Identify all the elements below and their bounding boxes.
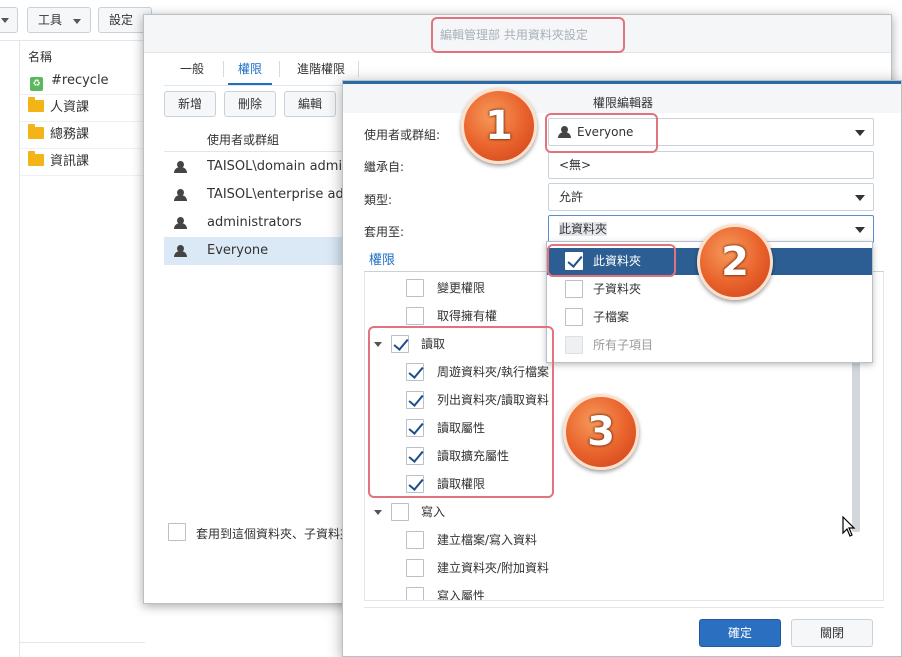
tab-general[interactable]: 一般 [169, 53, 215, 85]
tab-separator [223, 61, 224, 77]
list-item[interactable]: 資訊課 [20, 149, 145, 176]
permission-checkbox[interactable] [406, 587, 424, 600]
option-checkbox[interactable] [565, 280, 583, 298]
list-item[interactable]: ♻ #recycle [20, 68, 145, 95]
apply-to-subfolders-checkbox[interactable] [168, 523, 186, 541]
folder-icon [28, 97, 44, 112]
close-button[interactable]: 關閉 [791, 619, 873, 647]
chevron-down-icon [73, 19, 81, 24]
option-checkbox[interactable] [565, 308, 583, 326]
settings-label: 設定 [109, 13, 134, 27]
title-highlight [431, 17, 625, 53]
user-icon [174, 217, 188, 229]
permission-checkbox[interactable] [406, 531, 424, 549]
type-value: 允許 [559, 190, 584, 204]
tab-separator [279, 61, 280, 77]
ok-button[interactable]: 確定 [699, 619, 781, 647]
user-or-group-label: 使用者或群組: [364, 128, 441, 142]
dialog-title: 權限編輯器 [592, 96, 653, 110]
footer-divider [364, 607, 884, 608]
chevron-down-icon [855, 195, 865, 201]
chevron-down-icon [1, 18, 9, 23]
permission-checkbox[interactable] [406, 279, 424, 297]
tab-separator [358, 61, 359, 77]
annotation-badge: 2 [697, 224, 773, 300]
inherited-from-value: <無> [559, 158, 592, 172]
apply-to-subfolders-label: 套用到這個資料夾、子資料夾 [196, 527, 344, 541]
option-checkbox [565, 336, 583, 354]
divider [0, 40, 143, 41]
annotation-badge: 1 [461, 88, 537, 164]
toolbar-dropdown-button[interactable] [0, 7, 18, 33]
tab-permissions[interactable]: 權限 [228, 53, 272, 85]
type-select[interactable]: 允許 [548, 183, 874, 211]
annotation-badge: 3 [563, 394, 639, 470]
write-group-label: 寫入 [421, 505, 446, 519]
chevron-down-icon [855, 227, 865, 233]
row-label: Everyone [207, 243, 269, 258]
edit-button[interactable]: 編輯 [284, 91, 336, 117]
permissions-section-title: 權限 [369, 253, 396, 268]
apply-to-value: 此資料夾 [559, 222, 608, 236]
permission-label: 寫入屬性 [437, 589, 486, 601]
permission-checkbox[interactable] [406, 559, 424, 577]
permission-checkbox[interactable] [406, 307, 424, 325]
expand-arrow-icon[interactable] [374, 510, 382, 515]
permission-label: 建立資料夾/附加資料 [437, 561, 550, 575]
write-group-checkbox[interactable] [391, 503, 409, 521]
inherited-from-field: <無> [548, 151, 874, 179]
add-button[interactable]: 新增 [164, 91, 216, 117]
item-label: 人資課 [50, 100, 90, 115]
header-divider [164, 151, 354, 152]
item-label: 總務課 [50, 127, 90, 142]
user-field-highlight [545, 113, 658, 153]
row-label: TAISOL\domain admins [207, 159, 358, 174]
mouse-cursor-icon [842, 516, 856, 537]
read-group-highlight [368, 326, 554, 498]
user-icon [174, 189, 188, 201]
row-label: administrators [207, 215, 302, 230]
folder-icon [28, 151, 44, 166]
dialog-title-bar: 權限編輯器 [343, 81, 901, 113]
tools-button[interactable]: 工具 [27, 7, 91, 33]
recycle-icon: ♻ [30, 77, 43, 91]
dropdown-option[interactable]: 子檔案 [547, 304, 872, 331]
user-icon [174, 161, 188, 173]
dropdown-option: 所有子項目 [547, 332, 872, 359]
name-column-header: 名稱 [28, 50, 53, 64]
item-label: #recycle [51, 73, 109, 88]
permission-label: 建立檔案/寫入資料 [437, 533, 538, 547]
folder-icon [28, 124, 44, 139]
permission-label: 變更權限 [437, 281, 486, 295]
apply-to-label: 套用至: [364, 225, 405, 239]
option-label: 子檔案 [593, 310, 630, 324]
inherited-from-label: 繼承自: [364, 160, 405, 174]
permission-label: 取得擁有權 [437, 309, 498, 323]
delete-button[interactable]: 刪除 [224, 91, 276, 117]
tools-label: 工具 [38, 13, 63, 27]
item-label: 資訊課 [50, 154, 90, 169]
table-row[interactable]: TAISOL\domain admins [164, 153, 358, 181]
option-highlight [547, 244, 676, 277]
option-label: 所有子項目 [593, 338, 654, 352]
user-icon [174, 245, 188, 257]
option-label: 子資料夾 [593, 282, 642, 296]
list-item[interactable]: 人資課 [20, 95, 145, 122]
chevron-down-icon [855, 130, 865, 136]
type-label: 類型: [364, 193, 393, 207]
bottom-divider [20, 642, 145, 643]
table-row[interactable]: administrators [164, 209, 354, 237]
table-row-selected[interactable]: Everyone [164, 237, 354, 265]
user-group-column-header: 使用者或群組 [207, 133, 280, 147]
table-row[interactable]: TAISOL\enterprise admins [164, 181, 375, 209]
list-item[interactable]: 總務課 [20, 122, 145, 149]
